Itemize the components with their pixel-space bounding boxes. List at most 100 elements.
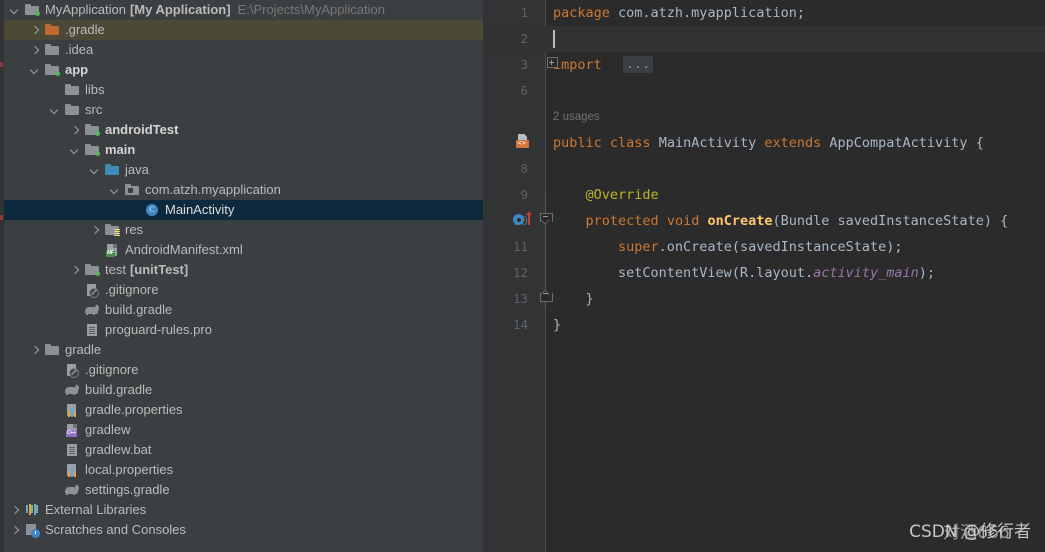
line-number: 3 <box>520 57 528 72</box>
chevron-down-icon[interactable] <box>110 185 121 196</box>
tree-row-libs[interactable]: libs <box>4 80 483 100</box>
tree-row-label: gradlew <box>85 422 131 437</box>
chevron-right-icon[interactable] <box>10 505 21 516</box>
tree-row-main[interactable]: main <box>4 140 483 160</box>
tree-row-androidmanifest-xml[interactable]: MF AndroidManifest.xml <box>4 240 483 260</box>
gitignore-file-icon <box>84 282 100 298</box>
override-method-marker-icon[interactable] <box>513 214 525 226</box>
tree-row-local-properties[interactable]: local.properties <box>4 460 483 480</box>
tree-row-label: res <box>125 222 144 237</box>
chevron-down-icon[interactable] <box>70 145 81 156</box>
tree-row-gradlew-bat[interactable]: gradlew.bat <box>4 440 483 460</box>
code-line[interactable]: } <box>553 286 594 312</box>
code-token: } <box>553 317 562 333</box>
chevron-down-icon[interactable] <box>90 165 101 176</box>
tree-row-gradle-properties[interactable]: gradle.properties <box>4 400 483 420</box>
code-line[interactable]: import <box>553 52 610 78</box>
tree-row-label: proguard-rules.pro <box>105 322 212 337</box>
project-tree-panel[interactable]: MyApplication [My Application] E:\Projects… <box>4 0 483 552</box>
fold-collapse-icon[interactable] <box>540 213 553 224</box>
gradle-file-icon <box>84 302 100 318</box>
code-line[interactable]: setContentView(R.layout.activity_main); <box>553 260 935 286</box>
tree-row-src[interactable]: src <box>4 100 483 120</box>
properties-file-icon <box>64 402 80 418</box>
tree-row-label: libs <box>85 82 105 97</box>
tree-row-myapplication[interactable]: MyApplication [My Application] E:\Projects… <box>4 0 483 20</box>
external-libraries-icon <box>24 502 40 518</box>
tree-row-androidtest[interactable]: androidTest <box>4 120 483 140</box>
code-line[interactable]: public class MainActivity extends AppCom… <box>553 130 984 156</box>
tree-row-label: MainActivity <box>165 202 235 217</box>
tree-row-app[interactable]: app <box>4 60 483 80</box>
code-line[interactable]: } <box>553 312 561 338</box>
tree-row-scratches-and-consoles[interactable]: Scratches and Consoles <box>4 520 483 540</box>
chevron-right-icon[interactable] <box>70 265 81 276</box>
fold-expand-plus-icon[interactable] <box>547 57 558 68</box>
tree-row-label: gradle.properties <box>85 402 183 417</box>
chevron-right-icon[interactable] <box>70 125 81 136</box>
tree-row-label: main <box>105 142 136 157</box>
code-line[interactable]: @Override <box>553 182 659 208</box>
tree-row-gradle[interactable]: .gradle <box>4 20 483 40</box>
layout-class-marker-icon[interactable] <box>516 134 531 149</box>
tree-row-gradle[interactable]: gradle <box>4 340 483 360</box>
code-editor[interactable]: 1 package com.atzh.myapplication; 2 3 import… <box>483 0 1045 552</box>
tree-row-label: MyApplication <box>45 2 126 17</box>
package-folder-icon <box>124 182 140 198</box>
tree-row-label: .gitignore <box>85 362 139 377</box>
chevron-right-icon[interactable] <box>30 45 41 56</box>
usages-inlay-hint[interactable]: 2 usages <box>553 108 600 126</box>
scratches-icon <box>24 522 40 538</box>
folder-icon <box>44 342 60 358</box>
code-token: super <box>618 239 659 255</box>
chevron-down-icon[interactable] <box>30 65 41 76</box>
folder-icon <box>64 82 80 98</box>
code-line[interactable]: package com.atzh.myapplication; <box>553 0 805 26</box>
chevron-down-icon[interactable] <box>50 105 61 116</box>
tree-row-idea[interactable]: .idea <box>4 40 483 60</box>
tree-row-gitignore[interactable]: .gitignore <box>4 280 483 300</box>
line-number: 13 <box>512 291 528 306</box>
line-number: 14 <box>512 317 528 332</box>
code-token: onCreate <box>707 213 773 229</box>
chevron-right-icon[interactable] <box>10 525 21 536</box>
fold-collapse-end-icon[interactable] <box>540 290 553 302</box>
code-content[interactable]: 1 package com.atzh.myapplication; 2 3 import… <box>483 0 1045 552</box>
tree-row-label: test <box>105 262 126 277</box>
module-folder-icon <box>84 262 100 278</box>
implementing-arrow-icon[interactable] <box>526 211 532 225</box>
tree-row-label: gradle <box>65 342 102 357</box>
tree-row-label: build.gradle <box>105 302 173 317</box>
tree-row-com-atzh-myapplication[interactable]: com.atzh.myapplication <box>4 180 483 200</box>
code-token: protected <box>585 213 659 229</box>
chevron-right-icon[interactable] <box>30 345 41 356</box>
chevron-right-icon[interactable] <box>30 25 41 36</box>
code-token: activity_main <box>813 265 919 281</box>
tree-row-proguard-rules-pro[interactable]: proguard-rules.pro <box>4 320 483 340</box>
fold-placeholder-chip[interactable]: ... <box>623 56 654 73</box>
code-line[interactable]: super.onCreate(savedInstanceState); <box>553 234 902 260</box>
tree-row-build-gradle[interactable]: build.gradle <box>4 380 483 400</box>
chevron-down-icon[interactable] <box>10 5 21 16</box>
tree-row-res[interactable]: res <box>4 220 483 240</box>
chevron-right-icon[interactable] <box>90 225 101 236</box>
code-line[interactable]: protected void onCreate(Bundle savedInst… <box>553 208 1009 234</box>
line-number: 12 <box>512 265 528 280</box>
tree-row-settings-gradle[interactable]: settings.gradle <box>4 480 483 500</box>
tree-row-mainactivity[interactable]: C MainActivity <box>4 200 483 220</box>
tree-row-gitignore[interactable]: .gitignore <box>4 360 483 380</box>
tree-row-external-libraries[interactable]: External Libraries <box>4 500 483 520</box>
tree-row-java[interactable]: java <box>4 160 483 180</box>
tree-row-test[interactable]: test [unitTest] <box>4 260 483 280</box>
tree-row-gradlew[interactable]: C++ gradlew <box>4 420 483 440</box>
tree-row-build-gradle[interactable]: build.gradle <box>4 300 483 320</box>
code-token: ); <box>918 265 936 281</box>
